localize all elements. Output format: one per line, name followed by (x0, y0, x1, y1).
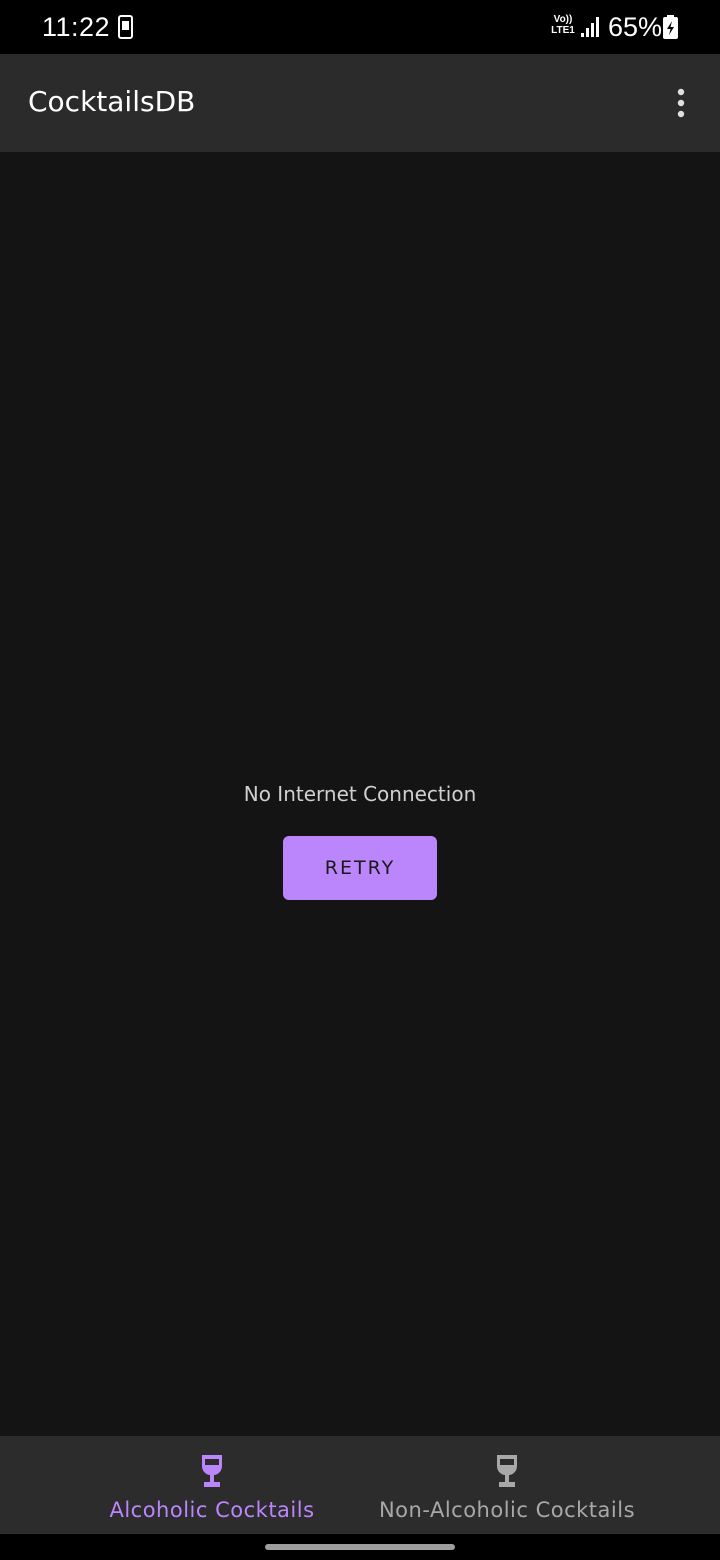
app-title: CocktailsDB (28, 85, 196, 118)
status-bar: 11:22 Vo)) LTE1 65% (0, 0, 720, 54)
home-gesture-handle[interactable] (265, 1544, 455, 1550)
signal-icon (580, 16, 602, 38)
nav-label-non-alcoholic: Non-Alcoholic Cocktails (378, 1498, 636, 1522)
battery-percent: 65% (608, 12, 663, 42)
more-vert-icon (677, 88, 685, 118)
bottom-navigation: Alcoholic Cocktails Non-Alcoholic Cockta… (0, 1436, 720, 1534)
app-bar: CocktailsDB (0, 54, 720, 152)
more-options-button[interactable] (660, 82, 702, 124)
nav-item-non-alcoholic-cocktails[interactable]: Non-Alcoholic Cocktails (370, 1436, 644, 1534)
no-internet-message: No Internet Connection (243, 782, 477, 806)
volte-indicator: Vo)) LTE1 (549, 14, 577, 36)
status-time: 11:22 (42, 12, 111, 42)
lte-label: LTE1 (551, 25, 575, 36)
gesture-navigation-bar (0, 1534, 720, 1560)
main-content: No Internet Connection RETRY (0, 152, 720, 1436)
phone-notification-icon (117, 14, 134, 40)
wine-glass-icon (497, 1455, 517, 1487)
nav-item-alcoholic-cocktails[interactable]: Alcoholic Cocktails (100, 1436, 324, 1534)
wine-glass-icon (202, 1455, 222, 1487)
retry-button[interactable]: RETRY (283, 836, 437, 900)
volte-label: Vo)) (553, 14, 573, 25)
nav-label-alcoholic: Alcoholic Cocktails (109, 1498, 315, 1522)
battery-charging-icon (662, 14, 679, 40)
